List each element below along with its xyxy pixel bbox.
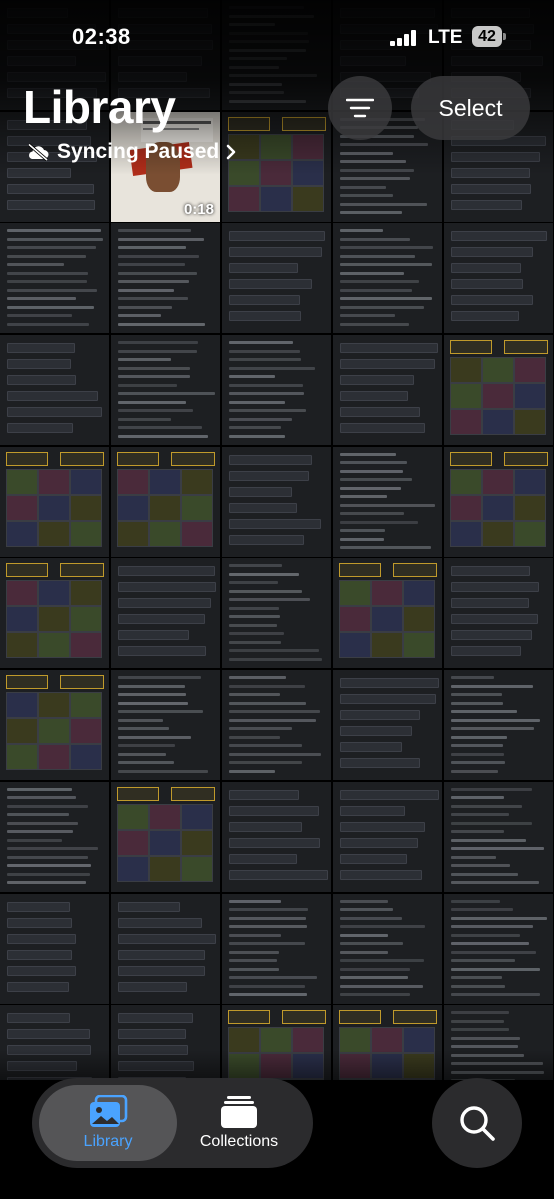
photo-thumbnail[interactable] (222, 558, 331, 669)
photo-thumbnail[interactable] (333, 670, 442, 781)
icloud-paused-icon (27, 143, 49, 161)
select-button[interactable]: Select (411, 76, 530, 140)
search-icon (460, 1106, 495, 1141)
photo-thumbnail[interactable] (111, 446, 220, 557)
photo-thumbnail[interactable] (444, 893, 553, 1004)
photo-thumbnail[interactable] (222, 781, 331, 892)
page-title: Library (23, 81, 176, 133)
photo-thumbnail[interactable] (222, 223, 331, 334)
photo-thumbnail[interactable] (0, 335, 109, 446)
photo-thumbnail[interactable] (333, 893, 442, 1004)
photo-thumbnail[interactable] (444, 670, 553, 781)
photo-thumbnail[interactable] (111, 223, 220, 334)
photo-thumbnail[interactable] (0, 558, 109, 669)
photo-thumbnail[interactable] (333, 223, 442, 334)
photo-thumbnail[interactable] (111, 335, 220, 446)
photo-thumbnail[interactable] (0, 670, 109, 781)
sort-filter-button[interactable] (328, 76, 392, 140)
photo-thumbnail[interactable] (444, 223, 553, 334)
photo-thumbnail[interactable] (222, 893, 331, 1004)
sync-status-link[interactable]: Syncing Paused (26, 140, 236, 164)
photo-thumbnail[interactable] (222, 335, 331, 446)
sort-lines-icon (346, 98, 374, 118)
cellular-signal-icon (390, 30, 420, 46)
photo-thumbnail[interactable] (444, 781, 553, 892)
collections-icon (221, 1096, 257, 1128)
battery-level: 42 (478, 27, 496, 45)
photo-thumbnail[interactable] (0, 446, 109, 557)
tab-collections-label: Collections (199, 1133, 279, 1150)
photo-stack-icon (90, 1095, 128, 1127)
photo-thumbnail[interactable] (111, 670, 220, 781)
tab-library-label: Library (83, 1133, 133, 1150)
photo-thumbnail[interactable] (0, 893, 109, 1004)
photo-thumbnail[interactable] (333, 446, 442, 557)
photo-thumbnail[interactable] (222, 670, 331, 781)
status-time: 02:38 (72, 24, 131, 49)
photo-thumbnail[interactable] (333, 558, 442, 669)
tab-collections[interactable]: Collections (172, 1085, 306, 1161)
photo-thumbnail[interactable] (333, 335, 442, 446)
sync-status-label: Syncing Paused (57, 140, 220, 163)
photo-thumbnail[interactable] (444, 446, 553, 557)
tab-bar: Library Collections (32, 1078, 313, 1168)
search-button[interactable] (432, 1078, 522, 1168)
video-duration: 0:18 (183, 200, 214, 218)
photo-thumbnail[interactable] (111, 781, 220, 892)
photo-thumbnail[interactable] (0, 781, 109, 892)
photo-thumbnail[interactable] (333, 781, 442, 892)
photo-thumbnail[interactable] (444, 558, 553, 669)
chevron-right-icon (226, 144, 236, 160)
network-type: LTE (428, 27, 463, 48)
photo-thumbnail[interactable] (111, 558, 220, 669)
battery-icon: 42 (472, 26, 506, 47)
photo-thumbnail[interactable] (111, 893, 220, 1004)
tab-library[interactable]: Library (39, 1085, 177, 1161)
photo-thumbnail[interactable] (444, 335, 553, 446)
photo-thumbnail[interactable] (0, 223, 109, 334)
photo-thumbnail[interactable] (222, 446, 331, 557)
